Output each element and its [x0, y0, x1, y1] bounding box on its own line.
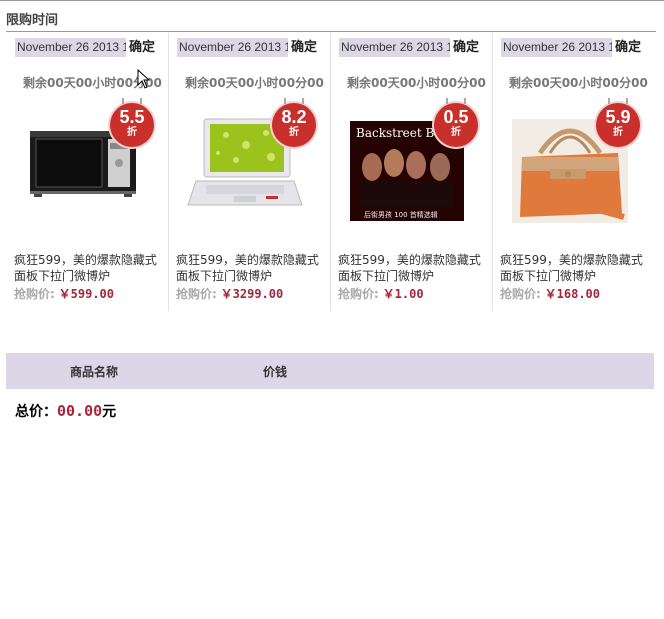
- date-input[interactable]: November 26 2013 13:: [177, 38, 288, 57]
- price-label: 抢购价:: [338, 287, 379, 301]
- product-card: November 26 2013 13: 确定 剩余00天00小时00分00 8…: [168, 33, 331, 311]
- price-line: 抢购价: ￥599.00: [14, 285, 114, 302]
- confirm-button[interactable]: 确定: [453, 38, 479, 57]
- countdown-text: 剩余00天00小时00分00: [509, 76, 648, 90]
- date-input[interactable]: November 26 2013 13:: [339, 38, 450, 57]
- product-description[interactable]: 疯狂599，美的爆款隐藏式面板下拉门微博炉: [500, 252, 650, 284]
- total-label: 总价：: [15, 404, 57, 420]
- discount-badge: 8.2 折: [272, 98, 316, 147]
- price-label: 抢购价:: [500, 287, 541, 301]
- column-header-price: 价钱: [263, 365, 288, 379]
- total-unit: 元: [102, 404, 117, 420]
- discount-badge: 5.5 折: [110, 98, 154, 147]
- price-value: ￥599.00: [58, 287, 114, 301]
- countdown-text: 剩余00天00小时00分00: [185, 76, 324, 90]
- total-amount: 00.00: [57, 402, 103, 420]
- page-title: 限购时间: [6, 13, 59, 28]
- price-value: ￥1.00: [382, 287, 424, 301]
- price-value: ￥168.00: [544, 287, 600, 301]
- svg-text:后街男孩 100 首精选辑: 后街男孩 100 首精选辑: [364, 210, 438, 219]
- price-line: 抢购价: ￥1.00: [338, 285, 424, 302]
- mouse-cursor-icon: [137, 69, 151, 89]
- product-card: November 26 2013 13: 确定 剩余00天00小时00分00 5…: [492, 33, 654, 311]
- product-description[interactable]: 疯狂599，美的爆款隐藏式面板下拉门微博炉: [14, 252, 164, 284]
- confirm-button[interactable]: 确定: [615, 38, 641, 57]
- price-value: ￥3299.00: [220, 287, 284, 301]
- product-description[interactable]: 疯狂599，美的爆款隐藏式面板下拉门微博炉: [338, 252, 488, 284]
- top-border: [0, 0, 664, 1]
- price-label: 抢购价:: [176, 287, 217, 301]
- total-price: 总价：00.00元: [15, 401, 116, 421]
- price-line: 抢购价: ￥3299.00: [176, 285, 283, 302]
- product-list: November 26 2013 13: 确定 剩余00天00小时00分00 5…: [6, 33, 656, 313]
- date-input[interactable]: November 26 2013 13:: [501, 38, 612, 57]
- svg-text:Backstreet Bo: Backstreet Bo: [356, 126, 442, 140]
- discount-badge: 5.9 折: [596, 98, 640, 147]
- product-card: November 26 2013 13: 确定 剩余00天00小时00分00 B…: [330, 33, 493, 311]
- title-divider: [6, 31, 656, 32]
- price-label: 抢购价:: [14, 287, 55, 301]
- price-line: 抢购价: ￥168.00: [500, 285, 600, 302]
- date-input[interactable]: November 26 2013 13:: [15, 38, 126, 57]
- discount-badge: 0.5 折: [434, 98, 478, 147]
- product-description[interactable]: 疯狂599，美的爆款隐藏式面板下拉门微博炉: [176, 252, 326, 284]
- cart-table-header: 商品名称 价钱: [6, 353, 654, 389]
- confirm-button[interactable]: 确定: [291, 38, 317, 57]
- column-header-name: 商品名称: [70, 365, 119, 379]
- countdown-text: 剩余00天00小时00分00: [347, 76, 486, 90]
- confirm-button[interactable]: 确定: [129, 38, 155, 57]
